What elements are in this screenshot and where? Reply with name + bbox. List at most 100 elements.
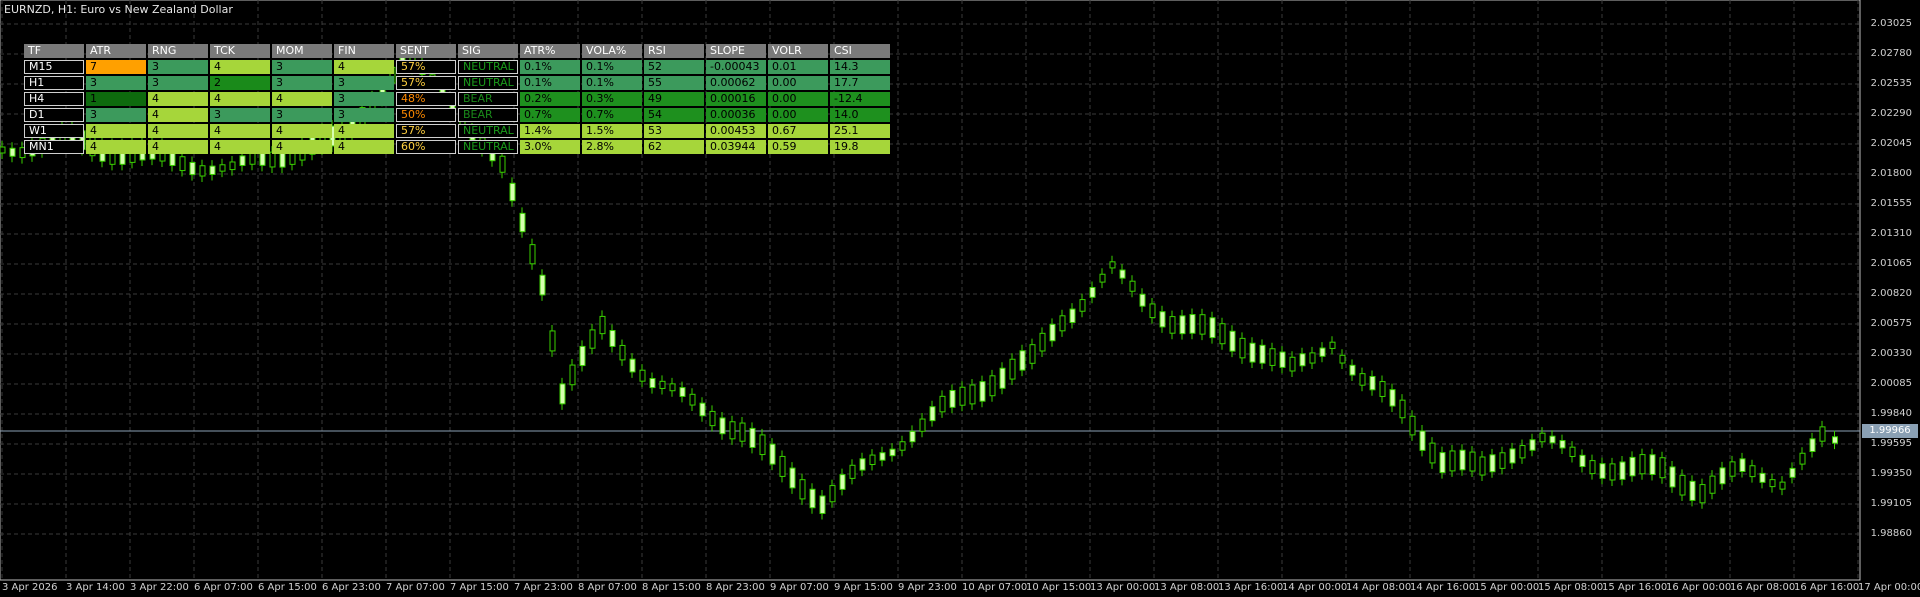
candle-body bbox=[899, 441, 906, 451]
indicator-panel: TF ATR RNG TCK MOM FIN SENT SIG ATR% VOLA% RSI SLOP… bbox=[24, 44, 890, 154]
candle-body bbox=[199, 165, 206, 177]
table-cell: 0.7% bbox=[520, 108, 580, 122]
candle-body bbox=[1239, 337, 1246, 359]
candle-body bbox=[629, 358, 636, 373]
candle-body bbox=[699, 402, 706, 417]
candle-body bbox=[579, 345, 586, 367]
price-label: 2.00575 bbox=[1870, 318, 1912, 329]
table-header-mom: MOM bbox=[272, 44, 332, 58]
candle-body bbox=[1309, 352, 1316, 364]
table-cell: 0.2% bbox=[520, 92, 580, 106]
table-cell: 14.3 bbox=[830, 60, 890, 74]
table-cell: 4 bbox=[148, 124, 208, 138]
table-cell: 0.00 bbox=[768, 108, 828, 122]
candle-body bbox=[1539, 432, 1546, 443]
table-cell: 3 bbox=[334, 76, 394, 90]
table-cell: 0.3% bbox=[582, 92, 642, 106]
candle-body bbox=[819, 495, 826, 514]
candle-body bbox=[1389, 389, 1396, 407]
table-cell: 4 bbox=[334, 140, 394, 154]
time-label: 3 Apr 14:00 bbox=[66, 582, 125, 593]
candle-body bbox=[679, 387, 686, 397]
candle-body bbox=[1689, 480, 1696, 501]
window-title: EURNZD, H1: Euro vs New Zealand Dollar bbox=[4, 3, 233, 16]
table-cell: 0.00036 bbox=[706, 108, 766, 122]
table-cell: 4 bbox=[334, 60, 394, 74]
candle-body bbox=[1179, 315, 1186, 335]
candle-body bbox=[529, 244, 536, 265]
table-cell: 1 bbox=[86, 92, 146, 106]
table-cell: 0.03944 bbox=[706, 140, 766, 154]
time-label: 15 Apr 16:00 bbox=[1602, 582, 1668, 593]
table-cell: 0.1% bbox=[582, 76, 642, 90]
candle-body bbox=[1029, 344, 1036, 364]
candle-body bbox=[779, 455, 786, 477]
candle-body bbox=[569, 364, 576, 386]
candle-body bbox=[769, 443, 776, 465]
candle-body bbox=[1329, 341, 1336, 349]
table-header-sent: SENT bbox=[396, 44, 456, 58]
table-header-atr-pct: ATR% bbox=[520, 44, 580, 58]
candle-body bbox=[509, 182, 516, 202]
table-cell: BEAR bbox=[458, 92, 518, 106]
table-cell: 3 bbox=[272, 60, 332, 74]
candle-body bbox=[1349, 364, 1356, 376]
candle-body bbox=[639, 369, 646, 382]
candle-body bbox=[1599, 463, 1606, 479]
candle-body bbox=[519, 212, 526, 233]
candle-body bbox=[1269, 348, 1276, 366]
table-cell: 57% bbox=[396, 124, 456, 138]
time-label: 8 Apr 07:00 bbox=[578, 582, 637, 593]
candle-body bbox=[1679, 474, 1686, 496]
candle-body bbox=[999, 367, 1006, 389]
candle-body bbox=[1832, 436, 1838, 444]
time-label: 7 Apr 07:00 bbox=[386, 582, 445, 593]
table-cell: 54 bbox=[644, 108, 704, 122]
candle-body bbox=[879, 452, 886, 461]
candle-body bbox=[539, 274, 546, 296]
candle-body bbox=[179, 156, 186, 172]
time-label: 15 Apr 08:00 bbox=[1538, 582, 1604, 593]
candle-body bbox=[1229, 330, 1236, 352]
table-cell: 3 bbox=[86, 76, 146, 90]
price-axis[interactable]: 2.03025 2.02780 2.02535 2.02290 2.02045 2.018… bbox=[1860, 0, 1920, 580]
table-cell: 0.00453 bbox=[706, 124, 766, 138]
table-header-atr: ATR bbox=[86, 44, 146, 58]
table-row-timeframe: H1 bbox=[24, 76, 84, 90]
candle-body bbox=[1579, 454, 1586, 468]
table-cell: 17.7 bbox=[830, 76, 890, 90]
table-cell: 14.0 bbox=[830, 108, 890, 122]
table-cell: 0.59 bbox=[768, 140, 828, 154]
time-label: 3 Apr 22:00 bbox=[130, 582, 189, 593]
candle-body bbox=[869, 454, 876, 466]
time-label: 13 Apr 08:00 bbox=[1154, 582, 1220, 593]
table-header-tf: TF bbox=[24, 44, 84, 58]
table-cell: 25.1 bbox=[830, 124, 890, 138]
table-cell: -12.4 bbox=[830, 92, 890, 106]
candle-body bbox=[1489, 454, 1496, 473]
time-axis[interactable]: 3 Apr 2026 3 Apr 14:00 3 Apr 22:00 6 Apr 07… bbox=[0, 580, 1920, 597]
candle-body bbox=[889, 448, 896, 457]
candle-body bbox=[729, 421, 736, 440]
candle-body bbox=[1439, 452, 1446, 474]
price-label: 2.01065 bbox=[1870, 258, 1912, 269]
candle-body bbox=[1279, 351, 1286, 368]
table-cell: 0.1% bbox=[582, 60, 642, 74]
table-cell: 4 bbox=[148, 140, 208, 154]
candle-body bbox=[1139, 293, 1146, 307]
candle-body bbox=[1039, 332, 1046, 352]
current-price-badge: 1.99966 bbox=[1862, 424, 1918, 438]
candle-body bbox=[1359, 373, 1366, 386]
table-cell: 0.00016 bbox=[706, 92, 766, 106]
candle-body bbox=[1779, 481, 1786, 490]
time-label: 15 Apr 00:00 bbox=[1474, 582, 1540, 593]
candle-body bbox=[1409, 415, 1416, 436]
candle-body bbox=[929, 406, 936, 422]
candle-body bbox=[219, 164, 226, 172]
table-header-vola-pct: VOLA% bbox=[582, 44, 642, 58]
table-header-volr: VOLR bbox=[768, 44, 828, 58]
candle-body bbox=[1729, 461, 1736, 477]
price-label: 2.00330 bbox=[1870, 348, 1912, 359]
candle-body bbox=[1549, 435, 1556, 444]
candle-body bbox=[1529, 439, 1536, 451]
